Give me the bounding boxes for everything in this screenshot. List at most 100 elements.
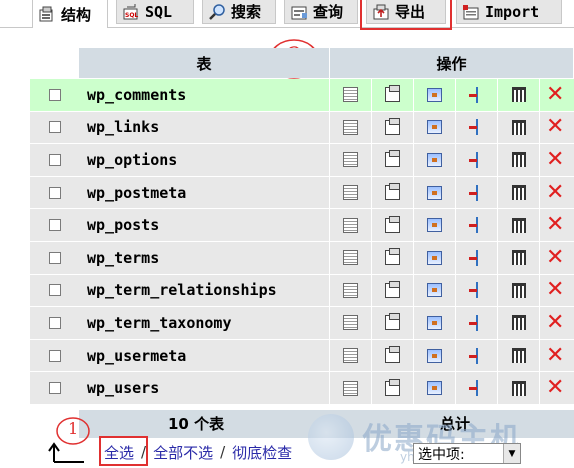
insert-icon[interactable] <box>468 249 485 266</box>
table-name[interactable]: wp_usermeta <box>79 339 330 372</box>
insert-icon[interactable] <box>468 282 485 299</box>
structure-icon[interactable] <box>385 85 400 103</box>
search-icon[interactable] <box>427 152 442 167</box>
empty-icon[interactable] <box>511 119 526 135</box>
row-checkbox[interactable] <box>48 186 61 199</box>
table-name[interactable]: wp_postmeta <box>79 176 330 209</box>
search-icon[interactable] <box>427 218 442 233</box>
with-selected-dropdown[interactable]: 选中项: ▼ <box>413 443 521 464</box>
insert-icon[interactable] <box>468 347 485 364</box>
tab-search[interactable]: 搜索 <box>202 0 276 24</box>
row-checkbox[interactable] <box>48 88 61 101</box>
drop-icon[interactable]: ✕ <box>546 311 564 334</box>
row-checkbox[interactable] <box>48 284 61 297</box>
structure-icon[interactable] <box>385 215 400 233</box>
table-row[interactable]: wp_term_taxonomy ✕ <box>30 307 574 340</box>
drop-icon[interactable]: ✕ <box>546 214 564 236</box>
browse-icon[interactable] <box>343 217 358 233</box>
table-row[interactable]: wp_posts ✕ <box>30 209 574 242</box>
structure-icon[interactable] <box>385 280 400 298</box>
unselect-all-link[interactable]: 全部不选 <box>153 442 213 463</box>
row-checkbox[interactable] <box>48 316 61 329</box>
insert-icon[interactable] <box>468 119 485 136</box>
search-icon[interactable] <box>427 185 442 200</box>
search-icon[interactable] <box>427 120 442 135</box>
tab-structure[interactable]: 结构 <box>32 0 108 28</box>
insert-icon[interactable] <box>468 380 485 397</box>
annotation-number: 1 <box>68 419 79 438</box>
browse-icon[interactable] <box>343 348 358 364</box>
table-row[interactable]: wp_users ✕ <box>30 372 574 405</box>
table-name[interactable]: wp_term_relationships <box>79 274 330 307</box>
row-checkbox[interactable] <box>48 121 61 134</box>
structure-icon[interactable] <box>385 150 400 168</box>
drop-icon[interactable]: ✕ <box>546 279 564 301</box>
table-name[interactable]: wp_users <box>79 372 330 404</box>
drop-icon[interactable]: ✕ <box>546 116 564 138</box>
structure-icon[interactable] <box>385 313 400 331</box>
table-row[interactable]: wp_links ✕ <box>30 111 574 145</box>
row-checkbox[interactable] <box>48 349 61 362</box>
row-checkbox[interactable] <box>48 153 61 166</box>
browse-icon[interactable] <box>343 119 358 135</box>
insert-icon[interactable] <box>468 314 485 331</box>
search-icon[interactable] <box>427 381 442 396</box>
search-icon[interactable] <box>427 348 442 363</box>
empty-icon[interactable] <box>511 348 526 364</box>
drop-icon[interactable]: ✕ <box>546 181 564 204</box>
drop-icon[interactable]: ✕ <box>546 83 564 106</box>
table-row[interactable]: wp_comments ✕ <box>30 79 574 112</box>
empty-icon[interactable] <box>511 315 526 331</box>
structure-icon[interactable] <box>385 183 400 201</box>
structure-icon[interactable] <box>385 346 400 364</box>
browse-icon[interactable] <box>343 250 358 266</box>
table-row[interactable]: wp_terms ✕ <box>30 241 574 275</box>
insert-icon[interactable] <box>468 86 485 103</box>
header-actions-column: 操作 <box>330 48 574 78</box>
tab-sql[interactable]: SQL SQL <box>116 0 194 24</box>
table-row[interactable]: wp_usermeta ✕ <box>30 339 574 373</box>
empty-icon[interactable] <box>511 217 526 233</box>
table-name[interactable]: wp_links <box>79 111 330 144</box>
structure-icon[interactable] <box>385 248 400 266</box>
browse-icon[interactable] <box>343 152 358 168</box>
search-icon[interactable] <box>427 250 442 265</box>
search-icon[interactable] <box>427 283 442 298</box>
insert-icon[interactable] <box>468 217 485 234</box>
insert-icon[interactable] <box>468 151 485 168</box>
structure-icon[interactable] <box>385 378 400 396</box>
table-name[interactable]: wp_options <box>79 144 330 176</box>
table-row[interactable]: wp_options ✕ <box>30 144 574 177</box>
insert-icon[interactable] <box>468 184 485 201</box>
drop-icon[interactable]: ✕ <box>546 148 564 171</box>
tab-import[interactable]: Import <box>456 0 562 24</box>
table-name[interactable]: wp_term_taxonomy <box>79 307 330 339</box>
structure-icon[interactable] <box>385 117 400 135</box>
table-name[interactable]: wp_posts <box>79 209 330 241</box>
tab-query[interactable]: 查询 <box>284 0 358 24</box>
empty-icon[interactable] <box>511 152 526 168</box>
search-icon[interactable] <box>427 87 442 102</box>
drop-icon[interactable]: ✕ <box>546 377 564 399</box>
row-checkbox[interactable] <box>48 251 61 264</box>
browse-icon[interactable] <box>343 380 358 396</box>
browse-icon[interactable] <box>343 87 358 103</box>
empty-icon[interactable] <box>511 282 526 298</box>
browse-icon[interactable] <box>343 185 358 201</box>
empty-icon[interactable] <box>511 380 526 396</box>
table-name[interactable]: wp_comments <box>79 79 330 111</box>
row-checkbox[interactable] <box>48 219 61 232</box>
search-icon[interactable] <box>427 315 442 330</box>
empty-icon[interactable] <box>511 87 526 103</box>
drop-icon[interactable]: ✕ <box>546 246 564 269</box>
row-checkbox[interactable] <box>48 382 61 395</box>
empty-icon[interactable] <box>511 185 526 201</box>
browse-icon[interactable] <box>343 282 358 298</box>
browse-icon[interactable] <box>343 315 358 331</box>
table-name[interactable]: wp_terms <box>79 241 330 274</box>
drop-icon[interactable]: ✕ <box>546 344 564 367</box>
empty-icon[interactable] <box>511 250 526 266</box>
table-row[interactable]: wp_postmeta ✕ <box>30 176 574 210</box>
table-row[interactable]: wp_term_relationships ✕ <box>30 274 574 308</box>
check-overhead-link[interactable]: 彻底检查 <box>232 442 292 463</box>
